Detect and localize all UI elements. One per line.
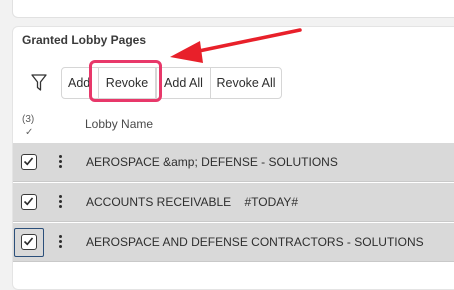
add-all-button[interactable]: Add All — [156, 67, 211, 99]
column-header-lobby-name[interactable]: Lobby Name — [85, 117, 153, 131]
revoke-all-button[interactable]: Revoke All — [210, 67, 282, 99]
section-title: Granted Lobby Pages — [22, 33, 147, 47]
table-row[interactable]: AEROSPACE AND DEFENSE CONTRACTORS - SOLU… — [13, 223, 454, 262]
lobby-name: ACCOUNTS RECEIVABLE #TODAY# — [86, 195, 299, 209]
checkmark-icon — [23, 197, 34, 206]
kebab-menu-icon[interactable] — [59, 193, 63, 211]
checkmark-icon — [23, 157, 34, 166]
select-all-check-icon[interactable]: ✓ — [25, 127, 33, 138]
row-checkbox[interactable] — [21, 154, 37, 170]
kebab-menu-icon[interactable] — [59, 153, 63, 171]
revoke-highlight-box — [89, 60, 162, 102]
lobby-name: AEROSPACE AND DEFENSE CONTRACTORS - SOLU… — [86, 235, 424, 249]
kebab-menu-icon[interactable] — [59, 233, 63, 251]
top-card — [12, 0, 454, 18]
table-row[interactable]: ACCOUNTS RECEIVABLE #TODAY# — [13, 183, 454, 222]
table-bottom — [13, 263, 454, 276]
row-checkbox[interactable] — [21, 234, 37, 250]
row-count: (3) — [22, 114, 35, 125]
filter-icon[interactable] — [31, 74, 47, 92]
lobby-name: AEROSPACE &amp; DEFENSE - SOLUTIONS — [86, 155, 338, 169]
row-checkbox[interactable] — [21, 194, 37, 210]
table-row[interactable]: AEROSPACE &amp; DEFENSE - SOLUTIONS — [13, 143, 454, 182]
checkmark-icon — [23, 237, 34, 246]
